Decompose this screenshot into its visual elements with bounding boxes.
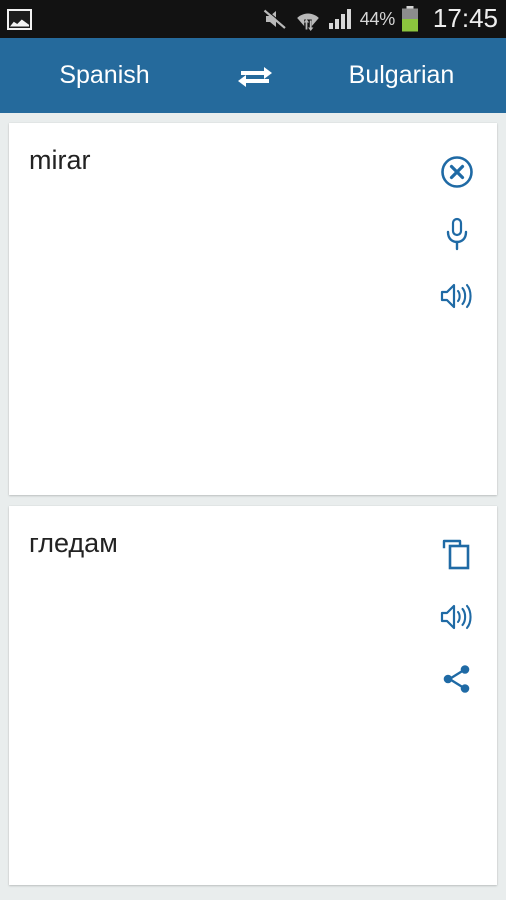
- voice-input-button[interactable]: [429, 203, 485, 265]
- swap-horizontal-icon: [238, 66, 272, 87]
- translated-text: гледам: [29, 528, 118, 558]
- target-text-card[interactable]: гледам: [9, 506, 497, 885]
- source-text-input[interactable]: mirar: [29, 143, 427, 178]
- status-bar-clock: 17:45: [432, 3, 498, 33]
- copy-icon: [442, 539, 470, 570]
- battery-percent-label: 44%: [359, 8, 395, 29]
- volume-speaker-icon: [440, 604, 472, 630]
- swap-languages-button[interactable]: [219, 62, 291, 90]
- source-actions: [429, 141, 485, 327]
- status-bar-left-icons: [7, 8, 32, 30]
- wifi-icon: [296, 13, 319, 31]
- speak-target-button[interactable]: [429, 586, 485, 648]
- sound-muted-icon: [263, 9, 287, 29]
- volume-speaker-icon: [440, 283, 472, 309]
- source-language-button[interactable]: Spanish: [0, 63, 219, 88]
- target-language-button[interactable]: Bulgarian: [291, 63, 506, 88]
- microphone-icon: [446, 217, 468, 251]
- clear-button[interactable]: [429, 141, 485, 203]
- language-selector-bar: Spanish Bulgarian: [0, 38, 506, 113]
- target-actions: [429, 524, 485, 710]
- close-circle-icon: [441, 156, 473, 188]
- status-bar-right-icons: 44% 17:45: [262, 5, 498, 33]
- share-button[interactable]: [429, 648, 485, 710]
- source-text-card[interactable]: mirar: [9, 123, 497, 495]
- speak-source-button[interactable]: [429, 265, 485, 327]
- status-bar: 44% 17:45: [0, 0, 506, 38]
- gallery-image-icon: [7, 8, 32, 30]
- copy-button[interactable]: [429, 524, 485, 586]
- battery-icon: [401, 6, 418, 32]
- share-icon: [443, 665, 470, 693]
- cellular-signal-icon: [328, 9, 351, 29]
